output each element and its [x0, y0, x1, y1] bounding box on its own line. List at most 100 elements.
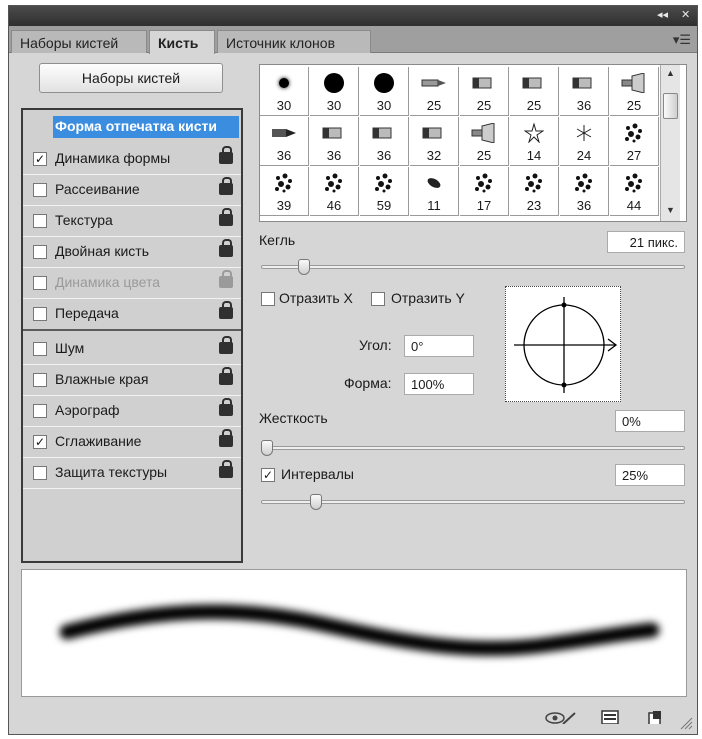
- resize-grip-icon[interactable]: [679, 716, 693, 730]
- option-row[interactable]: ✓ Динамика формы: [23, 144, 241, 175]
- brush-tip-scattered-icon: [260, 171, 308, 195]
- lock-icon[interactable]: [219, 146, 233, 164]
- lock-icon[interactable]: [219, 398, 233, 416]
- spacing-field[interactable]: 25%: [615, 464, 685, 486]
- size-label: Кегль: [259, 232, 296, 248]
- option-row[interactable]: Передача: [23, 299, 241, 330]
- lock-icon[interactable]: [219, 429, 233, 447]
- flip-x-checkbox[interactable]: [261, 292, 275, 306]
- size-slider-knob[interactable]: [298, 259, 311, 275]
- lock-icon[interactable]: [219, 177, 233, 195]
- brush-tip-scattered-icon: [510, 171, 558, 195]
- lock-icon[interactable]: [219, 208, 233, 226]
- brush-tip-cell[interactable]: 25: [610, 67, 659, 116]
- option-label: Динамика формы: [55, 150, 171, 166]
- scroll-up-icon[interactable]: ▲: [666, 68, 675, 78]
- brush-tip-cell[interactable]: 17: [460, 167, 509, 216]
- option-checkbox[interactable]: [33, 404, 47, 418]
- lock-icon[interactable]: [219, 367, 233, 385]
- lock-icon[interactable]: [219, 239, 233, 257]
- option-row[interactable]: Аэрограф: [23, 396, 241, 427]
- new-preset-icon[interactable]: [647, 710, 663, 724]
- panel-menu-icon[interactable]: ▾☰: [673, 32, 691, 48]
- panel-icon[interactable]: [601, 710, 619, 724]
- option-checkbox[interactable]: [33, 373, 47, 387]
- option-row[interactable]: Шум: [23, 334, 241, 365]
- brush-tip-cell[interactable]: 36: [560, 167, 609, 216]
- brush-grid-scrollbar[interactable]: ▲ ▼: [660, 65, 680, 221]
- brush-tip-cell[interactable]: 44: [610, 167, 659, 216]
- spacing-slider[interactable]: [261, 500, 685, 504]
- brush-tip-size: 25: [476, 148, 492, 163]
- brush-tip-cell[interactable]: 46: [310, 167, 359, 216]
- option-row[interactable]: Влажные края: [23, 365, 241, 396]
- brush-tip-cell[interactable]: 59: [360, 167, 409, 216]
- brush-tip-cell[interactable]: 23: [510, 167, 559, 216]
- brush-tip-scattered-icon: [360, 171, 408, 195]
- spacing-label: Интервалы: [281, 466, 354, 482]
- brush-tip-cell[interactable]: 25: [460, 67, 509, 116]
- brush-tip-cell[interactable]: 27: [610, 117, 659, 166]
- brush-tip-cell[interactable]: 11: [410, 167, 459, 216]
- tab-brush[interactable]: Кисть: [149, 30, 215, 54]
- brush-tip-cell[interactable]: 30: [310, 67, 359, 116]
- brush-tip-cell[interactable]: 36: [560, 67, 609, 116]
- option-row[interactable]: Текстура: [23, 206, 241, 237]
- brush-tip-cell[interactable]: 25: [460, 117, 509, 166]
- option-row[interactable]: Защита текстуры: [23, 458, 241, 489]
- brush-presets-button[interactable]: Наборы кистей: [39, 63, 223, 93]
- flip-y-checkbox[interactable]: [371, 292, 385, 306]
- option-checkbox[interactable]: [33, 466, 47, 480]
- angle-field[interactable]: 0°: [404, 335, 474, 357]
- brush-tip-cell[interactable]: 25: [410, 67, 459, 116]
- tab-clone-source[interactable]: Источник клонов: [217, 30, 371, 53]
- collapse-icon[interactable]: ◂◂: [657, 8, 668, 21]
- size-field[interactable]: 21 пикс.: [607, 231, 685, 253]
- close-icon[interactable]: ✕: [681, 8, 690, 21]
- size-slider[interactable]: [261, 265, 685, 269]
- option-checkbox[interactable]: [33, 307, 47, 321]
- brush-tip-cell[interactable]: 36: [260, 117, 309, 166]
- lock-icon[interactable]: [219, 301, 233, 319]
- roundness-field[interactable]: 100%: [404, 373, 474, 395]
- hardness-field[interactable]: 0%: [615, 410, 685, 432]
- brush-tip-cell[interactable]: 39: [260, 167, 309, 216]
- scroll-down-icon[interactable]: ▼: [666, 205, 675, 215]
- stroke-preview: [21, 569, 687, 697]
- lock-icon[interactable]: [219, 460, 233, 478]
- option-checkbox[interactable]: ✓: [33, 435, 47, 449]
- panel-bottom-bar: [9, 704, 697, 734]
- spacing-checkbox[interactable]: ✓: [261, 468, 275, 482]
- brush-tip-cell[interactable]: 30: [360, 67, 409, 116]
- tab-brush-presets[interactable]: Наборы кистей: [11, 30, 147, 53]
- option-checkbox[interactable]: [33, 342, 47, 356]
- brush-tip-cell[interactable]: 30: [260, 67, 309, 116]
- brush-tip-cell[interactable]: 36: [360, 117, 409, 166]
- brush-tip-cell[interactable]: 36: [310, 117, 359, 166]
- brush-tip-soft-round-icon: [260, 71, 308, 95]
- option-row[interactable]: ✓ Сглаживание: [23, 427, 241, 458]
- lock-icon[interactable]: [219, 336, 233, 354]
- brush-tip-cell[interactable]: 32: [410, 117, 459, 166]
- brush-tip-hard-round-icon: [360, 71, 408, 95]
- hardness-slider-knob[interactable]: [261, 440, 273, 456]
- eye-brush-icon[interactable]: [545, 710, 577, 724]
- option-row[interactable]: Двойная кисть: [23, 237, 241, 268]
- brush-tip-scattered-icon: [310, 171, 358, 195]
- brush-options-list: Форма отпечатка кисти ✓ Динамика формы Рас…: [21, 108, 243, 563]
- brush-tip-size: 25: [526, 98, 542, 113]
- brush-tip-cell[interactable]: 25: [510, 67, 559, 116]
- brush-tip-cell[interactable]: 14: [510, 117, 559, 166]
- angle-roundness-widget[interactable]: [505, 286, 621, 402]
- hardness-slider[interactable]: [261, 446, 685, 450]
- spacing-slider-knob[interactable]: [310, 494, 323, 510]
- option-checkbox[interactable]: [33, 214, 47, 228]
- option-checkbox[interactable]: [33, 245, 47, 259]
- option-checkbox[interactable]: ✓: [33, 152, 47, 166]
- option-row[interactable]: Рассеивание: [23, 175, 241, 206]
- option-checkbox[interactable]: [33, 183, 47, 197]
- brush-tip-cell[interactable]: 24: [560, 117, 609, 166]
- scroll-thumb[interactable]: [663, 93, 678, 119]
- brush-tip-size: 30: [376, 98, 392, 113]
- option-brush-tip-shape[interactable]: Форма отпечатка кисти: [53, 116, 239, 138]
